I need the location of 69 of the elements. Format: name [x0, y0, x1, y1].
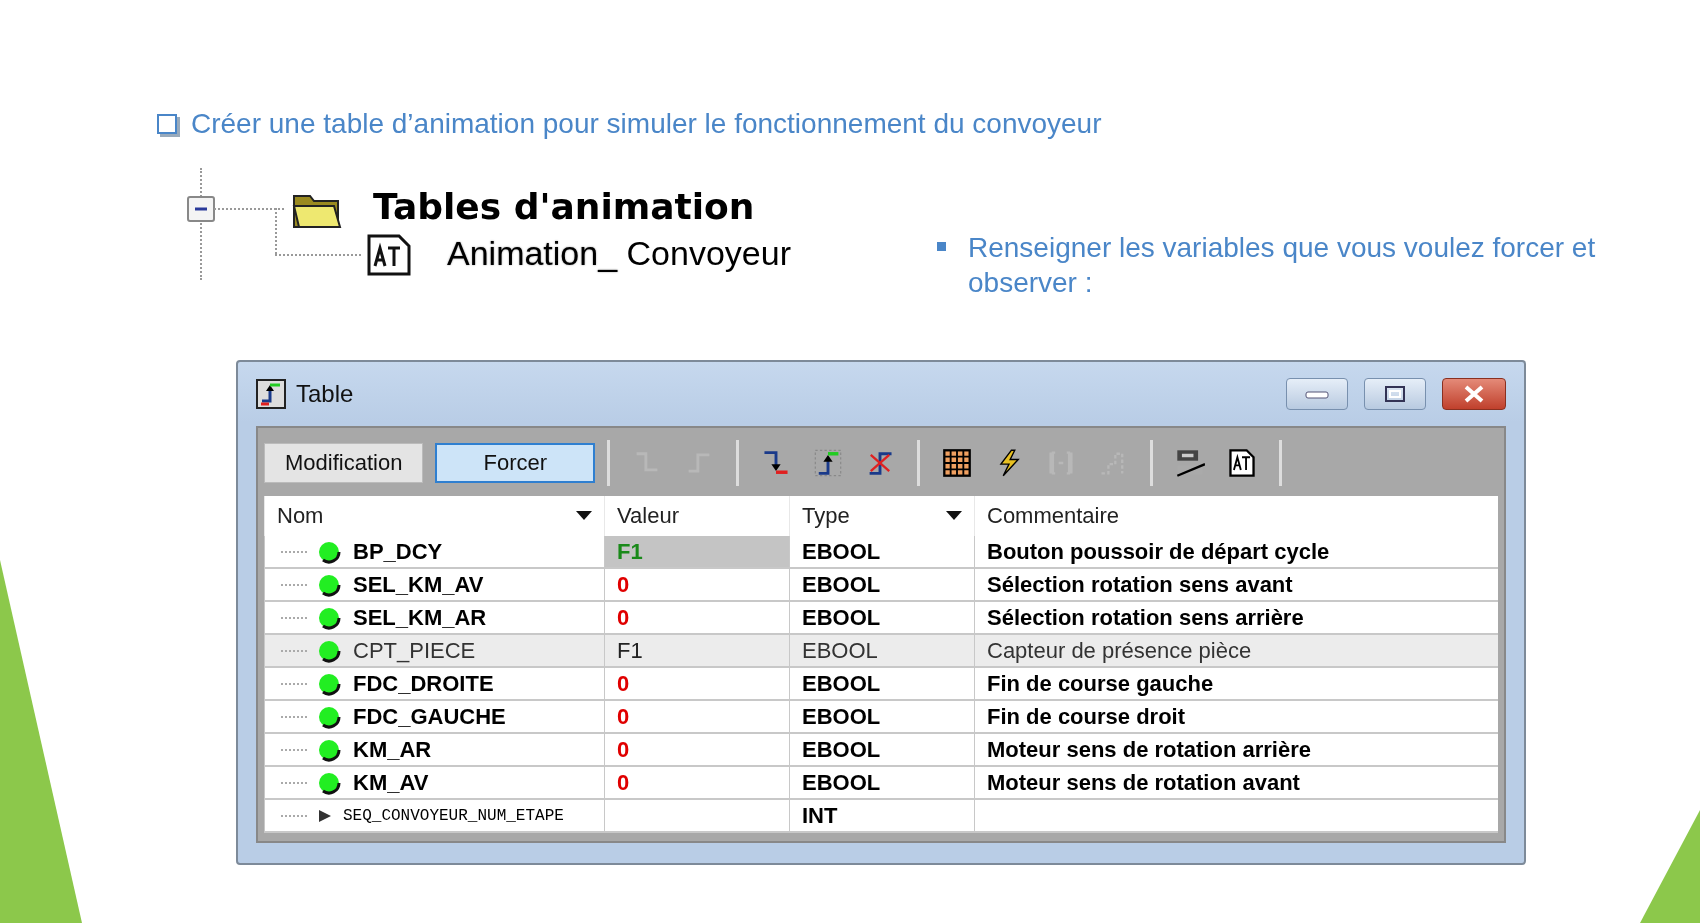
close-icon — [1462, 384, 1486, 404]
window-title: Table — [296, 380, 355, 408]
comment-cell: Bouton poussoir de départ cycle — [987, 538, 1330, 564]
slide-heading: Créer une table d’animation pour simuler le fonctionnement du convoyeur — [191, 108, 1102, 140]
minimize-button[interactable] — [1286, 378, 1348, 410]
maximize-button[interactable] — [1364, 378, 1426, 410]
comment-cell: Fin de course gauche — [987, 670, 1214, 696]
value-cell[interactable]: 0 — [617, 769, 630, 795]
dropdown-arrow-icon[interactable] — [946, 511, 962, 521]
status-dot-icon — [317, 605, 343, 630]
minimize-icon — [1304, 388, 1330, 400]
column-header[interactable]: Type — [802, 503, 850, 529]
mode-tab[interactable]: Forcer — [435, 443, 596, 483]
expand-arrow-icon[interactable] — [317, 808, 333, 823]
maximize-icon — [1384, 385, 1406, 403]
comment-cell: Moteur sens de rotation avant — [987, 769, 1300, 795]
type-cell: EBOOL — [802, 538, 881, 564]
grid-icon[interactable] — [942, 448, 973, 478]
dropdown-arrow-icon[interactable] — [576, 511, 592, 521]
comment-cell: Sélection rotation sens arrière — [987, 604, 1304, 630]
type-cell: EBOOL — [802, 703, 881, 729]
column-header[interactable]: Nom — [277, 503, 324, 529]
type-cell: INT — [802, 802, 838, 828]
status-dot-icon — [317, 539, 343, 564]
comment-cell: Capteur de présence pièce — [987, 637, 1252, 663]
variable-name[interactable]: FDC_DROITE — [353, 670, 494, 697]
status-dot-icon — [317, 770, 343, 795]
type-cell: EBOOL — [802, 637, 878, 663]
variable-name[interactable]: SEL_KM_AR — [353, 604, 487, 631]
display-icon[interactable] — [1175, 448, 1206, 478]
instruction-text: Renseigner les variables que vous voulez forcer et observer : — [968, 231, 1597, 300]
bullet-icon — [937, 242, 946, 251]
type-cell: EBOOL — [802, 769, 881, 795]
variable-name[interactable]: BP_DCY — [353, 538, 443, 565]
status-dot-icon — [317, 638, 343, 663]
status-dot-icon — [317, 671, 343, 696]
checkbox-bullet-icon — [157, 114, 177, 134]
app-icon — [256, 379, 286, 409]
column-header[interactable]: Valeur — [617, 503, 679, 529]
type-cell: EBOOL — [802, 736, 881, 762]
value-cell[interactable]: 0 — [617, 703, 630, 729]
collapse-icon[interactable] — [187, 196, 215, 222]
mode-tab[interactable]: Modification — [264, 443, 424, 483]
comment-cell: Moteur sens de rotation arrière — [987, 736, 1311, 762]
column-header[interactable]: Commentaire — [987, 503, 1120, 529]
status-dot-icon — [317, 572, 343, 597]
doc-icon[interactable] — [1227, 448, 1258, 478]
type-cell: EBOOL — [802, 670, 881, 696]
type-cell: EBOOL — [802, 571, 881, 597]
variable-name[interactable]: FDC_GAUCHE — [353, 703, 506, 730]
variable-name[interactable]: SEQ_CONVOYEUR_NUM_ETAPE — [343, 806, 564, 825]
value-cell[interactable]: 0 — [617, 604, 630, 630]
tree-item-label[interactable]: Animation_ Convoyeur — [447, 234, 791, 273]
variable-name[interactable]: KM_AR — [353, 736, 432, 763]
tree-folder-label[interactable]: Tables d'animation — [373, 186, 755, 227]
type-cell: EBOOL — [802, 604, 881, 630]
status-dot-icon — [317, 737, 343, 762]
close-button[interactable] — [1442, 378, 1506, 410]
value-cell[interactable]: 0 — [617, 571, 630, 597]
document-icon — [366, 234, 412, 276]
value-cell[interactable]: 0 — [617, 670, 630, 696]
status-dot-icon — [317, 704, 343, 729]
set-high-icon[interactable] — [813, 448, 844, 478]
variable-name[interactable]: KM_AV — [353, 769, 429, 796]
value-cell[interactable]: 0 — [617, 736, 630, 762]
value-cell[interactable]: F1 — [617, 637, 643, 663]
variable-name[interactable]: SEL_KM_AV — [353, 571, 484, 598]
comment-cell: Sélection rotation sens avant — [987, 571, 1293, 597]
comment-cell: Fin de course droit — [987, 703, 1186, 729]
